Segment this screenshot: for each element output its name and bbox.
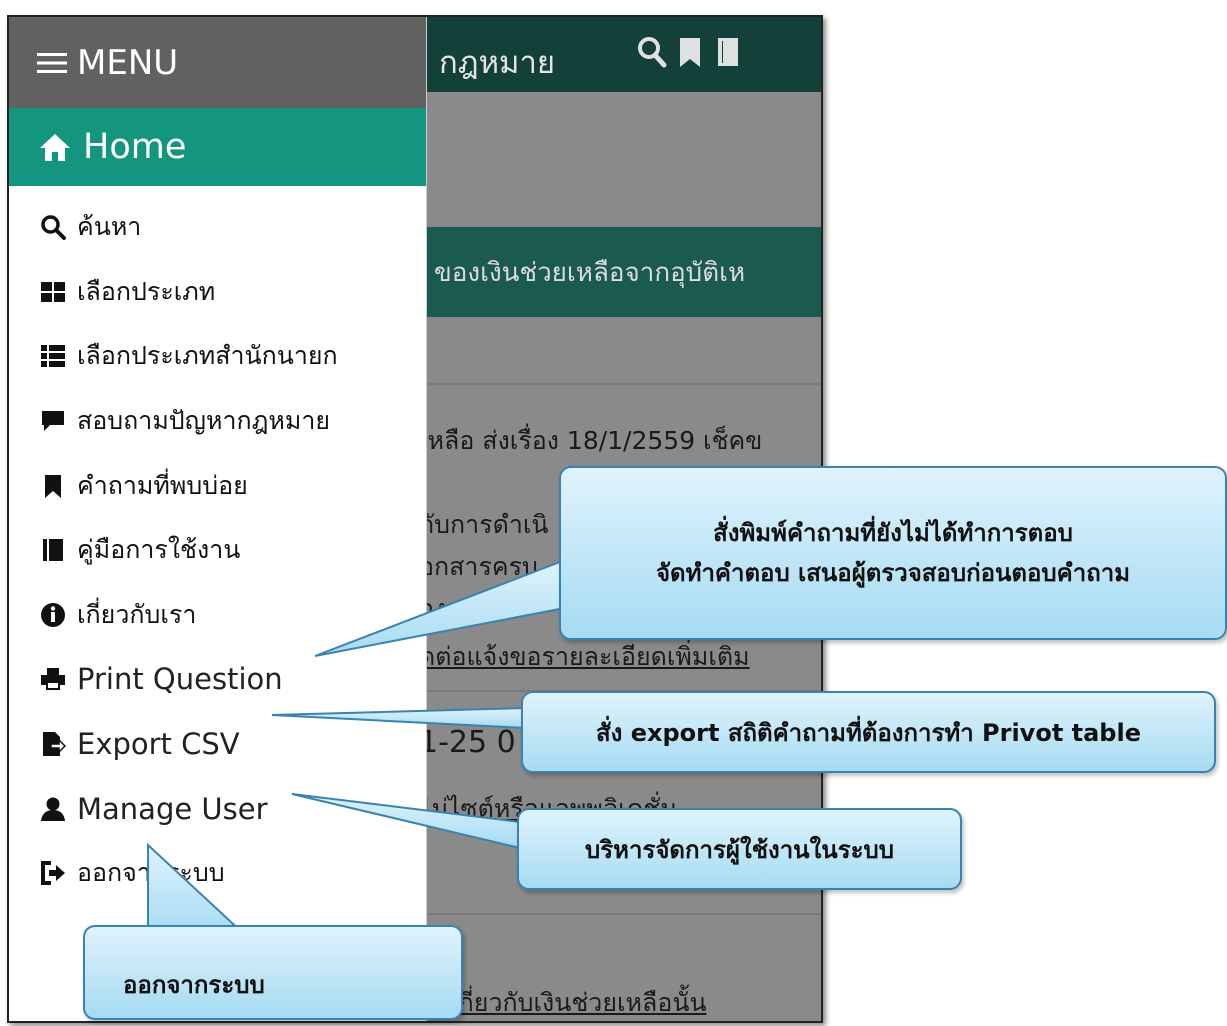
- bg-text: ดต่อแจ้งขอรายละเอียดเพิ่มเติม: [419, 642, 750, 671]
- menu-item-label: เกี่ยวกับเรา: [77, 599, 197, 629]
- menu-item-export-csv[interactable]: Export CSV: [9, 712, 426, 777]
- bookmark-icon[interactable]: [675, 35, 705, 69]
- menu-header[interactable]: MENU: [9, 17, 426, 108]
- user-icon: [39, 795, 67, 823]
- app-header-icons: [637, 35, 743, 69]
- menu-item-label: ค้นหา: [77, 212, 142, 242]
- callout-manage-text: บริหารจัดการผู้ใช้งานในระบบ: [585, 835, 894, 864]
- list-icon: [39, 342, 67, 370]
- print-icon: [39, 665, 67, 693]
- menu-item-label: ออกจากระบบ: [77, 858, 225, 888]
- side-menu: MENU Home ค้นหา เลือกประเภท เลือกประเภทส…: [9, 17, 427, 1021]
- menu-title: MENU: [77, 42, 179, 83]
- export-icon: [39, 730, 67, 758]
- logout-icon: [39, 859, 67, 887]
- grid-icon: [39, 278, 67, 306]
- bg-text: เหลือ ส่งเรื่อง 18/1/2559 เช็คข: [419, 426, 763, 455]
- bg-text: กับการดำเนิ: [419, 510, 549, 539]
- bg-text: 1-25 0: [419, 725, 516, 760]
- book-icon: [39, 536, 67, 564]
- info-icon: [39, 601, 67, 629]
- menu-item-label: Print Question: [77, 662, 283, 697]
- menu-item-home[interactable]: Home: [9, 108, 426, 186]
- menu-item-label: เลือกประเภทสำนักนายก: [77, 341, 338, 371]
- app-header-title: กฎหมาย: [439, 45, 556, 81]
- menu-item-manage-user[interactable]: Manage User: [9, 776, 426, 841]
- menu-item-legal-question[interactable]: สอบถามปัญหากฎหมาย: [9, 389, 426, 454]
- callout-export-csv: สั่ง export สถิติคำถามที่ต้องการทำ Privo…: [521, 691, 1216, 773]
- search-icon[interactable]: [637, 35, 667, 69]
- band-text: ของเงินช่วยเหลือจากอุบัติเห: [434, 258, 746, 288]
- callout-print-line2: จัดทำคำตอบ เสนอผู้ตรวจสอบก่อนตอบคำถาม: [655, 559, 1131, 587]
- menu-item-manual[interactable]: คู่มือการใช้งาน: [9, 518, 426, 583]
- menu-item-label: Home: [83, 127, 187, 167]
- callout-manage-user: บริหารจัดการผู้ใช้งานในระบบ: [517, 808, 962, 890]
- callout-export-text: สั่ง export สถิติคำถามที่ต้องการทำ Privo…: [596, 718, 1141, 747]
- menu-item-faq[interactable]: คำถามที่พบบ่อย: [9, 453, 426, 518]
- menu-item-label: Manage User: [77, 791, 268, 826]
- menu-item-pm-category[interactable]: เลือกประเภทสำนักนายก: [9, 324, 426, 389]
- menu-item-label: คำถามที่พบบ่อย: [77, 470, 248, 500]
- menu-item-label: เลือกประเภท: [77, 276, 216, 306]
- home-icon: [40, 134, 70, 161]
- book-icon[interactable]: [713, 35, 743, 69]
- callout-print-question: สั่งพิมพ์คำถามที่ยังไม่ได้ทำการตอบ จัดทำ…: [559, 466, 1227, 640]
- menu-item-label: สอบถามปัญหากฎหมาย: [77, 406, 331, 436]
- callout-logout-text: ออกจากระบบ: [123, 971, 265, 999]
- callout-print-line1: สั่งพิมพ์คำถามที่ยังไม่ได้ทำการตอบ: [713, 519, 1073, 547]
- menu-item-print-question[interactable]: Print Question: [9, 647, 426, 712]
- menu-item-label: Export CSV: [77, 727, 240, 762]
- comment-icon: [39, 407, 67, 435]
- callout-logout: ออกจากระบบ: [83, 925, 463, 1020]
- menu-item-logout[interactable]: ออกจากระบบ: [9, 841, 426, 906]
- menu-item-about[interactable]: เกี่ยวกับเรา: [9, 583, 426, 648]
- bookmark-icon: [39, 472, 67, 500]
- menu-item-category[interactable]: เลือกประเภท: [9, 260, 426, 325]
- menu-item-label: คู่มือการใช้งาน: [77, 535, 241, 565]
- bg-text: อกสารครบ: [419, 552, 538, 581]
- search-icon: [39, 213, 67, 241]
- hamburger-icon[interactable]: [37, 50, 67, 76]
- menu-item-search[interactable]: ค้นหา: [9, 195, 426, 260]
